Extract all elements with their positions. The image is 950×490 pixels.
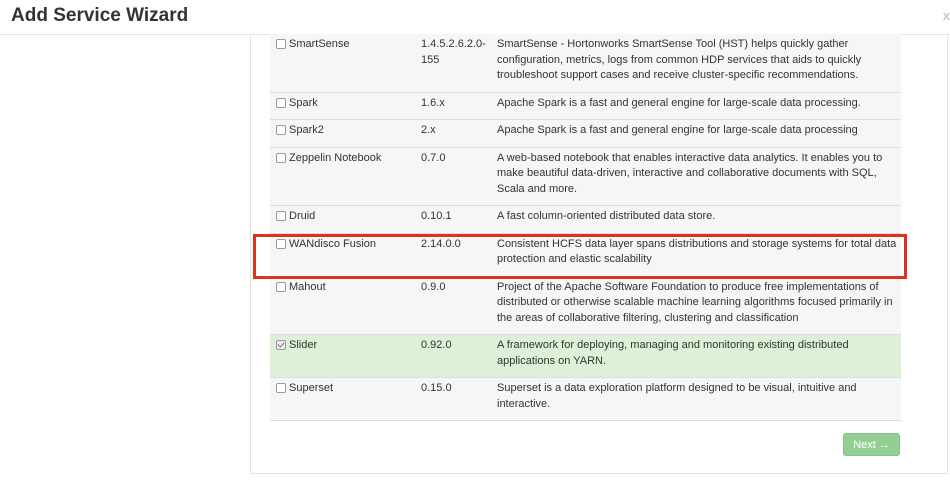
service-description-line: A web-based notebook that enables intera… (497, 151, 883, 164)
service-description-line: Superset is a data exploration platform … (497, 382, 857, 394)
wizard-title: Add Service Wizard (11, 5, 189, 26)
service-name: Superset (289, 382, 334, 394)
service-version: 0.9.0 (421, 280, 491, 296)
service-description-line: A fast column-oriented distributed data … (497, 210, 716, 222)
service-version-line: 1.4.5.2.6.2.0- (421, 38, 486, 50)
service-checkbox[interactable] (276, 97, 286, 108)
service-version-line: 2.x (421, 124, 436, 136)
service-description-line: Consistent HCFS data layer spans distrib… (497, 237, 897, 250)
service-description: Consistent HCFS data layer spans distrib… (497, 237, 897, 268)
services-table: SmartSense 1.4.5.2.6.2.0- 155 SmartSense - … (270, 34, 901, 421)
service-version-line: 0.9.0 (421, 280, 446, 293)
service-description-line: configuration, metrics, logs from common… (497, 53, 862, 66)
service-name: Spark2 (289, 124, 324, 136)
service-name: SmartSense (289, 38, 350, 50)
arrow-right-icon: → (878, 438, 890, 451)
service-description-line: troubleshoot support cases and receive c… (497, 69, 859, 81)
service-version-line: 0.15.0 (421, 382, 452, 394)
service-description-line: the areas of collaborative filtering, cl… (497, 311, 799, 324)
service-version: 0.92.0 (421, 338, 491, 354)
service-description-line: Apache Spark is a fast and general engin… (497, 124, 858, 136)
service-description-line: make beautiful data-driven, interactive … (497, 167, 877, 179)
service-description: SmartSense - Hortonworks SmartSense Tool… (497, 37, 897, 84)
service-name: Spark (289, 96, 318, 109)
service-description-line: distributed or otherwise scalable machin… (497, 296, 893, 308)
service-name: Mahout (289, 280, 326, 293)
service-version-line: 155 (421, 53, 440, 66)
service-checkbox[interactable] (276, 238, 286, 249)
service-row[interactable]: WANdisco Fusion 2.14.0.0 Consistent HCFS d… (270, 233, 901, 277)
service-version: 2.14.0.0 (421, 237, 491, 253)
service-version: 0.15.0 (421, 381, 491, 397)
service-description-line: interactive. (497, 397, 551, 410)
service-description: Superset is a data exploration platform … (497, 381, 897, 412)
service-row[interactable]: Spark2 2.x Apache Spark is a fast and gene… (270, 120, 901, 148)
service-name: Slider (289, 339, 318, 351)
service-row[interactable]: Druid 0.10.1 A fast column-oriented distri… (270, 206, 901, 234)
service-description-line: Project of the Apache Software Foundatio… (497, 280, 879, 293)
service-checkbox[interactable] (276, 125, 286, 135)
service-version: 0.7.0 (421, 151, 491, 167)
service-row[interactable]: Superset 0.15.0 Superset is a data explora… (270, 378, 901, 421)
service-version-line: 1.6.x (421, 96, 445, 109)
close-icon[interactable]: x (943, 8, 950, 23)
service-row[interactable]: Spark 1.6.x Apache Spark is a fast and gen… (270, 92, 901, 120)
service-description-line: Scala and more. (497, 182, 578, 195)
service-description: Apache Spark is a fast and general engin… (497, 96, 897, 112)
service-description-line: protection and elastic scalability (497, 253, 652, 265)
service-name: WANdisco Fusion (289, 237, 377, 250)
service-row[interactable]: SmartSense 1.4.5.2.6.2.0- 155 SmartSense - … (270, 34, 901, 93)
service-description-line: Apache Spark is a fast and general engin… (497, 96, 861, 109)
service-description-line: A framework for deploying, managing and … (497, 339, 849, 351)
service-version-line: 0.92.0 (421, 339, 452, 351)
next-button-label: Next (853, 438, 876, 451)
service-name: Zeppelin Notebook (289, 151, 382, 164)
service-version-line: 0.7.0 (421, 151, 446, 164)
service-row[interactable]: Zeppelin Notebook 0.7.0 A web-based notebo… (270, 147, 901, 206)
service-checkbox[interactable] (276, 281, 286, 292)
service-checkbox[interactable] (276, 211, 286, 221)
service-description: Project of the Apache Software Foundatio… (497, 280, 897, 327)
service-row[interactable]: Mahout 0.9.0 Project of the Apache Softwar… (270, 276, 901, 335)
service-description-line: SmartSense - Hortonworks SmartSense Tool… (497, 38, 849, 50)
service-version-line: 0.10.1 (421, 210, 452, 222)
next-button[interactable]: Next → (843, 433, 900, 456)
service-description-line: applications on YARN. (497, 354, 607, 367)
service-checkbox[interactable] (276, 340, 286, 350)
service-checkbox[interactable] (276, 39, 286, 49)
service-version: 1.6.x (421, 96, 491, 112)
service-version: 1.4.5.2.6.2.0- 155 (421, 37, 491, 68)
service-row[interactable]: Slider 0.92.0 A framework for deploying, m… (270, 335, 901, 378)
service-checkbox[interactable] (276, 383, 286, 393)
service-name: Druid (289, 210, 316, 222)
service-version: 2.x (421, 123, 491, 139)
service-description: A fast column-oriented distributed data … (497, 209, 897, 225)
service-version-line: 2.14.0.0 (421, 237, 461, 250)
wizard-header: Add Service Wizard x (0, 0, 950, 35)
service-description: A framework for deploying, managing and … (497, 338, 897, 369)
service-version: 0.10.1 (421, 209, 491, 225)
service-checkbox[interactable] (276, 152, 286, 163)
service-description: A web-based notebook that enables intera… (497, 151, 897, 198)
service-description: Apache Spark is a fast and general engin… (497, 123, 897, 139)
